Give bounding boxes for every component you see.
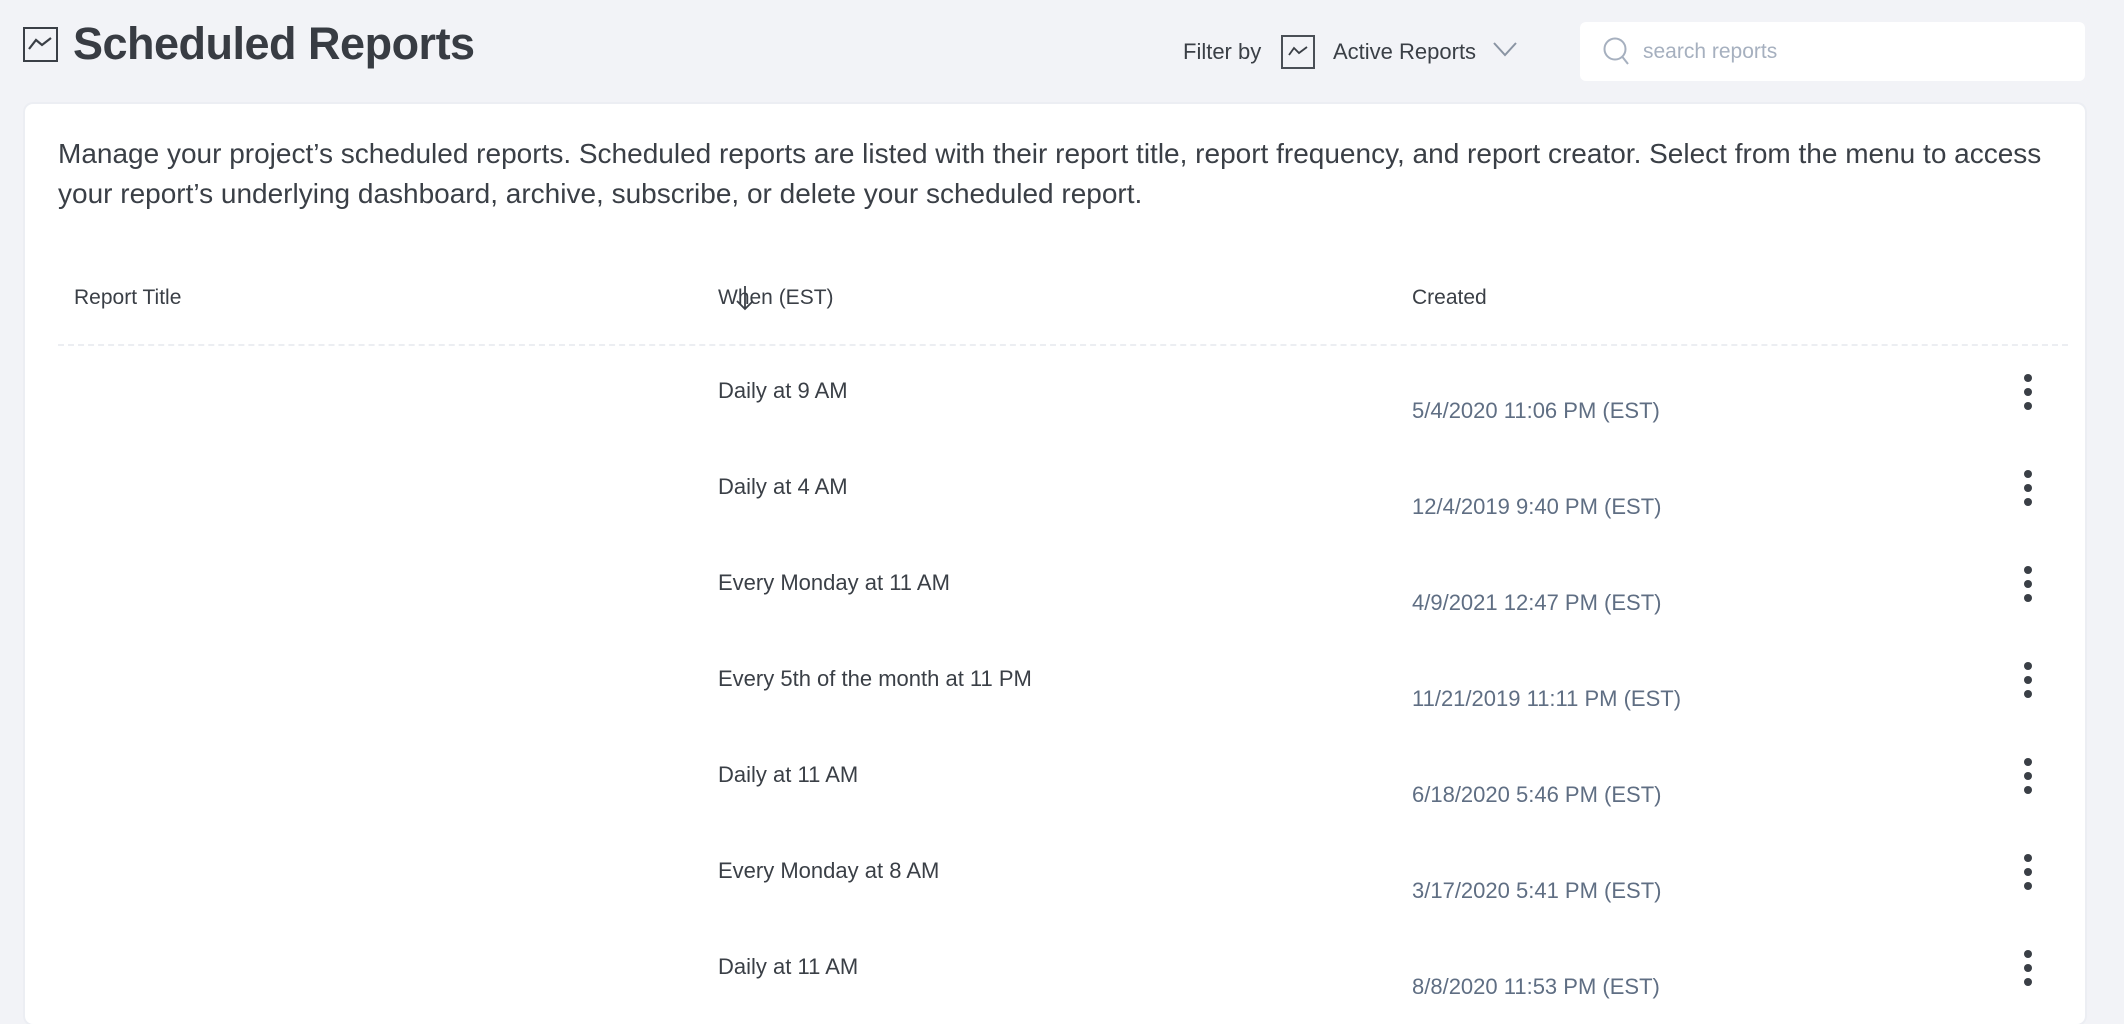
- page-description: Manage your project’s scheduled reports.…: [58, 138, 2042, 209]
- filter-label: Filter by: [1183, 39, 1262, 64]
- reports-card: Manage your project’s scheduled reports.…: [25, 104, 2085, 1024]
- report-schedule: Daily at 9 AM: [718, 378, 848, 403]
- reports-table-body: Daily at 9 AM 5/4/2020 11:06 PM (EST) Da…: [58, 348, 2068, 1020]
- search-icon: [1603, 37, 1629, 65]
- kebab-menu-icon[interactable]: [2016, 374, 2040, 414]
- report-schedule: Daily at 11 AM: [718, 954, 859, 979]
- table-header: Report Title When (EST) Created: [58, 264, 2068, 346]
- table-row[interactable]: Every Monday at 8 AM 3/17/2020 5:41 PM (…: [58, 828, 2068, 924]
- line-chart-icon[interactable]: [1281, 35, 1315, 69]
- report-created: 6/18/2020 5:46 PM (EST): [1412, 782, 1662, 807]
- kebab-menu-icon[interactable]: [2016, 758, 2040, 798]
- table-row[interactable]: Every Monday at 11 AM 4/9/2021 12:47 PM …: [58, 540, 2068, 636]
- report-schedule: Every Monday at 8 AM: [718, 858, 940, 883]
- report-created: 11/21/2019 11:11 PM (EST): [1412, 686, 1682, 711]
- kebab-menu-icon[interactable]: [2016, 950, 2040, 990]
- column-header-created[interactable]: Created: [1412, 286, 1487, 310]
- column-header-when[interactable]: When (EST): [718, 286, 834, 310]
- table-row[interactable]: Every 5th of the month at 11 PM 11/21/20…: [58, 636, 2068, 732]
- search-input[interactable]: [1643, 22, 2063, 81]
- kebab-menu-icon[interactable]: [2016, 854, 2040, 894]
- filter-dropdown[interactable]: Active Reports: [1333, 39, 1476, 65]
- report-schedule: Daily at 11 AM: [718, 762, 859, 787]
- search-box[interactable]: [1580, 22, 2085, 81]
- report-schedule: Daily at 4 AM: [718, 474, 848, 499]
- table-row[interactable]: Daily at 11 AM 8/8/2020 11:53 PM (EST): [58, 924, 2068, 1020]
- report-created: 12/4/2019 9:40 PM (EST): [1412, 494, 1662, 519]
- column-header-report-title[interactable]: Report Title: [74, 286, 181, 310]
- report-created: 8/8/2020 11:53 PM (EST): [1412, 974, 1660, 999]
- report-schedule: Every 5th of the month at 11 PM: [718, 666, 1032, 691]
- report-schedule: Every Monday at 11 AM: [718, 570, 950, 595]
- kebab-menu-icon[interactable]: [2016, 662, 2040, 702]
- page-title: Scheduled Reports: [73, 18, 475, 69]
- table-row[interactable]: Daily at 4 AM 12/4/2019 9:40 PM (EST): [58, 444, 2068, 540]
- report-created: 5/4/2020 11:06 PM (EST): [1412, 398, 1660, 423]
- table-row[interactable]: Daily at 9 AM 5/4/2020 11:06 PM (EST): [58, 348, 2068, 444]
- table-row[interactable]: Daily at 11 AM 6/18/2020 5:46 PM (EST): [58, 732, 2068, 828]
- page-header: Scheduled Reports Filter by Active Repor…: [0, 0, 2124, 100]
- kebab-menu-icon[interactable]: [2016, 470, 2040, 510]
- report-created: 4/9/2021 12:47 PM (EST): [1412, 590, 1662, 615]
- kebab-menu-icon[interactable]: [2016, 566, 2040, 606]
- line-chart-icon: [23, 27, 58, 62]
- chevron-down-icon[interactable]: [1492, 41, 1518, 57]
- report-created: 3/17/2020 5:41 PM (EST): [1412, 878, 1662, 903]
